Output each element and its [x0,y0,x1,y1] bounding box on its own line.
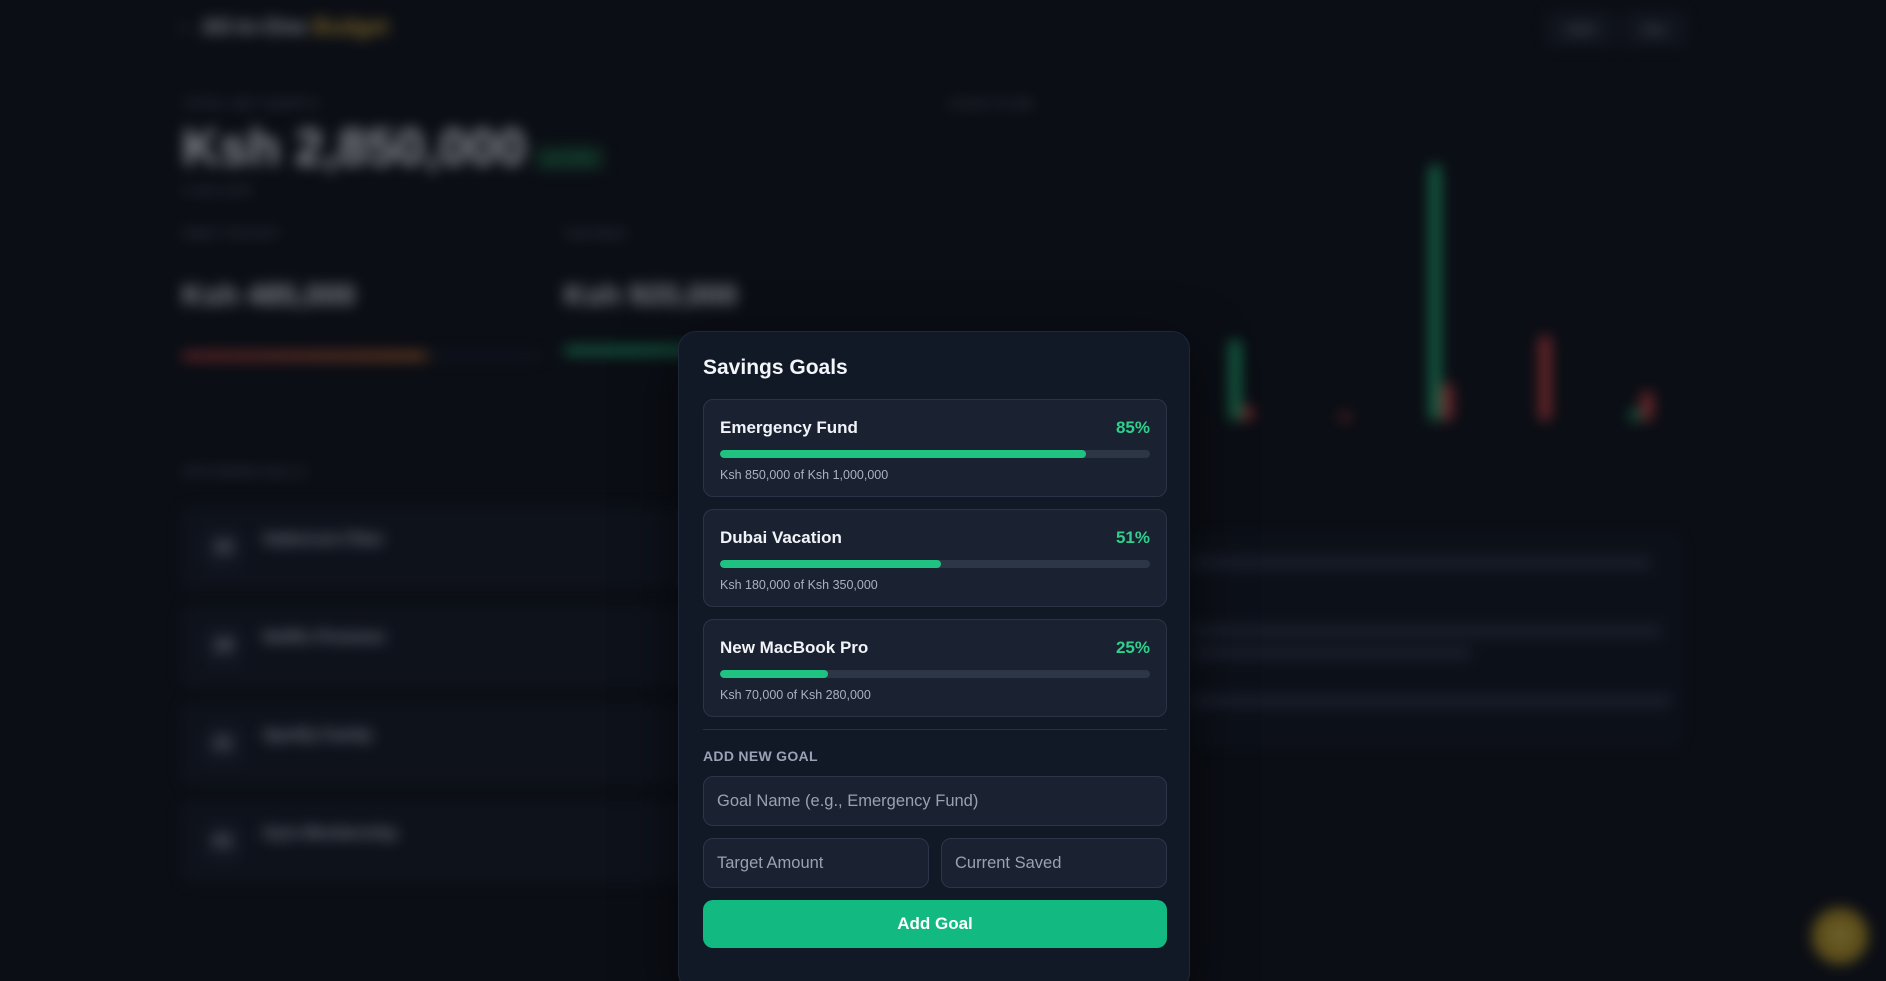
goal-name-input[interactable] [703,776,1167,826]
current-saved-input[interactable] [941,838,1167,888]
chart-bar [1540,336,1550,420]
goal-name: Emergency Fund [720,418,858,437]
bill-row[interactable]: 21 Spotify Family [182,704,702,784]
bill-row[interactable]: 15 Safaricom Fiber [182,508,702,588]
debt-progress-fill [182,353,427,359]
add-goal-section-label: ADD NEW GOAL [703,748,818,764]
goal-card-dubai-vacation[interactable]: Dubai Vacation 51% Ksh 180,000 of Ksh 35… [703,509,1167,607]
debt-label: DEBT PAYOFF [182,226,282,241]
chart-bar [1630,410,1640,420]
debt-card: DEBT PAYOFF Ksh 485,000 [182,226,542,359]
goal-progress-fill [720,670,828,678]
insight-line [1191,696,1671,706]
bill-name: Netflix Premium [263,629,385,646]
goal-detail: Ksh 850,000 of Ksh 1,000,000 [720,468,889,482]
bills-label: UPCOMING BILLS [182,464,307,479]
month-select[interactable]: Dec [1623,12,1686,46]
add-fab-button[interactable]: + [1812,908,1868,964]
year-select[interactable]: 2025 [1545,12,1616,46]
goal-progress-track [720,670,1150,678]
goal-name: New MacBook Pro [720,638,869,657]
goal-progress-track [720,560,1150,568]
chart-bar [1430,165,1440,420]
debt-value: Ksh 485,000 [182,279,356,312]
goal-card-emergency-fund[interactable]: Emergency Fund 85% Ksh 850,000 of Ksh 1,… [703,399,1167,497]
chevron-left-icon[interactable]: ‹ [180,14,187,40]
net-worth-label: TOTAL NET WORTH [182,96,320,111]
savings-value: Ksh 920,000 [564,279,738,312]
section-divider [703,729,1167,730]
goal-card-new-macbook-pro[interactable]: New MacBook Pro 25% Ksh 70,000 of Ksh 28… [703,619,1167,717]
period-selectors: 2025 Dec [1545,12,1686,46]
goal-progress-track [720,450,1150,458]
debt-progress-track [182,353,542,359]
net-worth-value: Ksh 2,850,000 [182,119,527,177]
cash-flow-label: CASH FLOW [948,96,1035,111]
chart-bar [1442,384,1452,420]
chart-bar [1242,406,1252,420]
bill-name: Spotify Family [263,727,373,744]
goal-header: Emergency Fund 85% [720,418,1150,438]
app-title: All-in-One Budget [201,14,388,40]
goal-percent: 25% [1115,638,1150,657]
goal-name: Dubai Vacation [720,528,842,547]
goal-percent: 51% [1115,528,1150,547]
top-bar: ‹ All-in-One Budget [180,14,388,40]
bill-row[interactable]: 18 Netflix Premium [182,606,702,686]
goal-header: New MacBook Pro 25% [720,638,1150,658]
goal-detail: Ksh 70,000 of Ksh 280,000 [720,688,871,702]
bill-day: 18 [203,625,243,669]
bill-day: 21 [203,723,243,767]
bill-day: 15 [203,527,243,571]
goal-percent: 85% [1115,418,1150,437]
goal-header: Dubai Vacation 51% [720,528,1150,548]
insights-card [1180,535,1680,745]
amount-input-row [703,838,1167,888]
chart-bar [1642,392,1652,420]
modal-title: Savings Goals [703,356,848,379]
app-title-accent: Budget [312,14,389,39]
app-title-main: All-in-One [201,14,307,39]
add-goal-button[interactable]: Add Goal [703,900,1167,948]
savings-goals-modal: Savings Goals Emergency Fund 85% Ksh 850… [678,331,1190,981]
bill-day: 01 [203,821,243,865]
target-amount-input[interactable] [703,838,929,888]
net-worth-badge: ▲ 8.4% [534,146,604,170]
bill-row[interactable]: 01 Gym Membership [182,802,702,882]
goal-progress-fill [720,560,942,568]
insight-line [1191,558,1651,568]
chart-bar [1230,340,1240,420]
bill-name: Safaricom Fiber [263,531,384,548]
net-worth-sub: vs last month [182,183,253,197]
savings-label: SAVINGS [564,226,628,241]
goal-progress-fill [720,450,1086,458]
chart-bar [1340,414,1350,420]
insight-line [1191,626,1661,636]
insight-line [1191,648,1471,658]
bill-name: Gym Membership [263,825,398,842]
goal-detail: Ksh 180,000 of Ksh 350,000 [720,578,878,592]
